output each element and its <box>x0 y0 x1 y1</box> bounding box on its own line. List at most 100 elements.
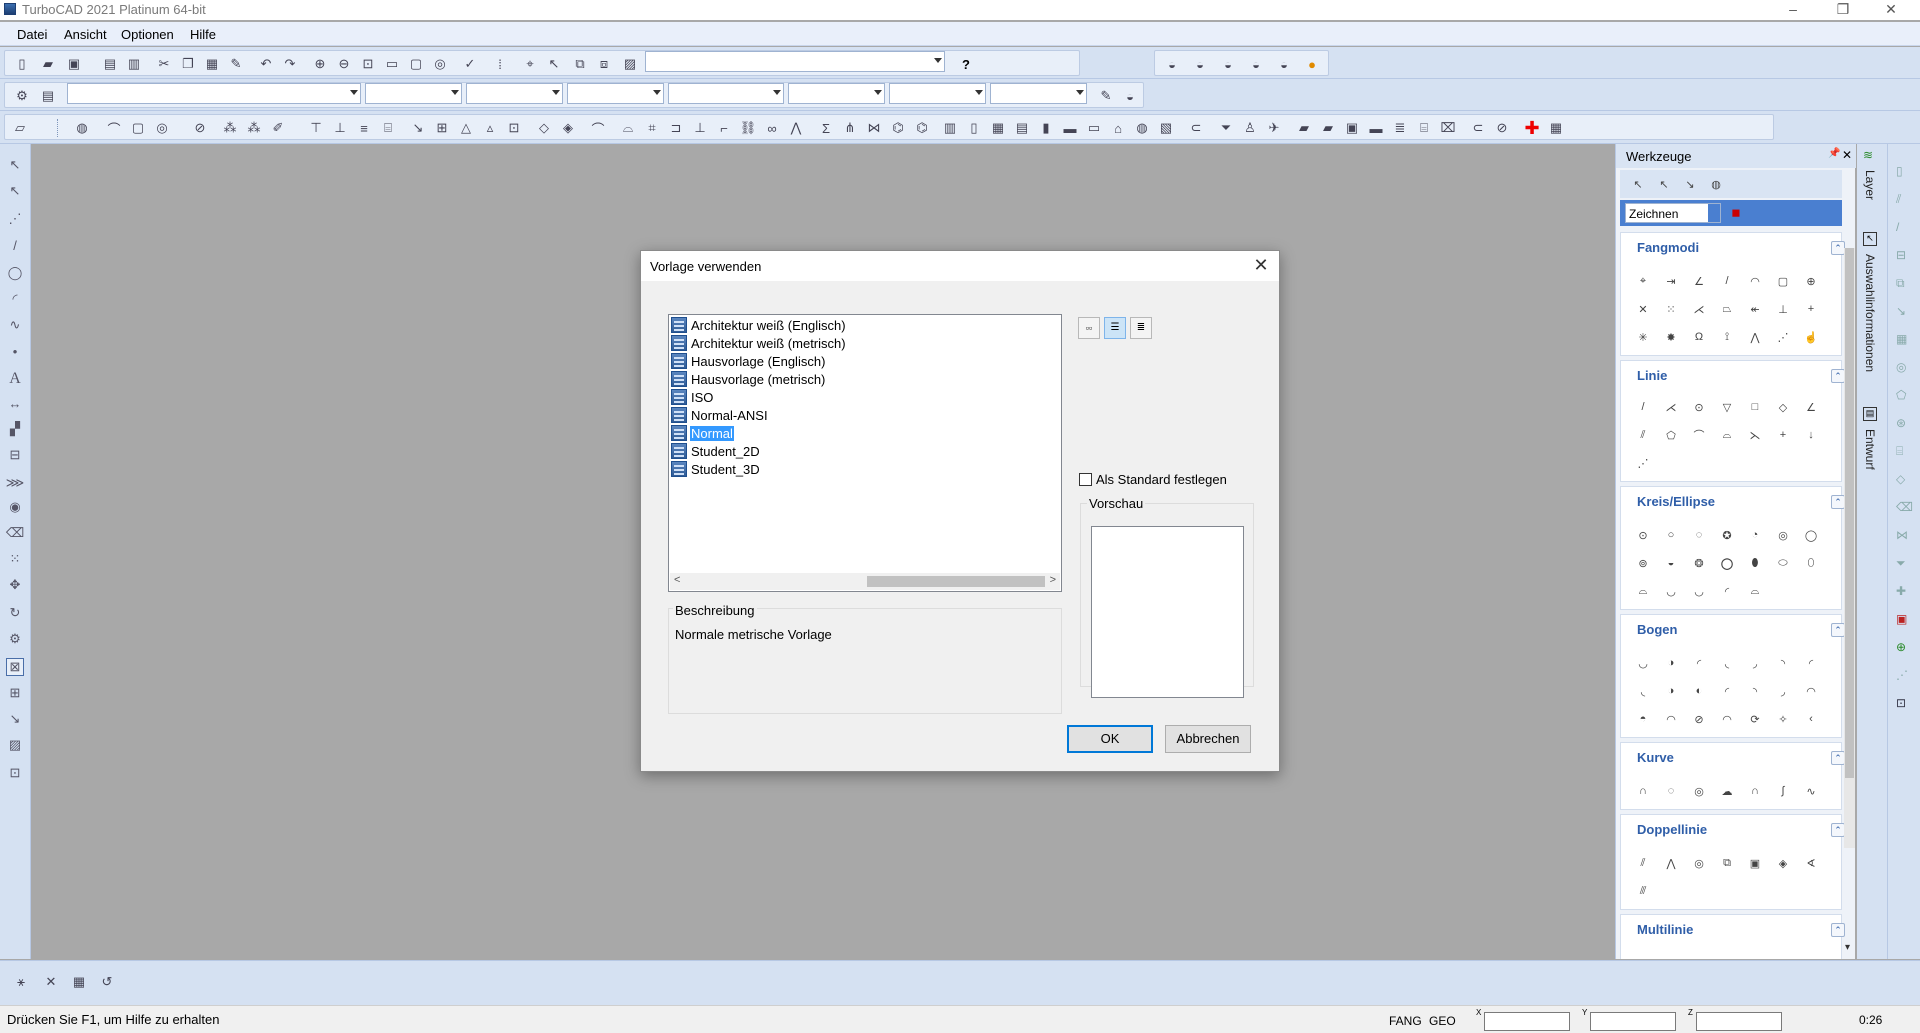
scatter2-icon[interactable]: ⁂ <box>245 119 263 137</box>
align-bottom-icon[interactable]: ≡ <box>355 119 373 137</box>
collapse-chevron-icon[interactable]: ⌃ <box>1831 751 1845 765</box>
sigma-icon[interactable]: Σ <box>817 119 835 137</box>
tool-icon-3[interactable]: / <box>1896 220 1899 234</box>
menu-datei[interactable]: Datei <box>14 27 50 42</box>
layers-icon[interactable]: ⧉ <box>571 55 589 73</box>
tool-icon-14[interactable]: ⋈ <box>1896 528 1908 542</box>
snap-magnet-icon[interactable]: Ω <box>1691 329 1707 345</box>
snap-center-icon[interactable]: ⊕ <box>1803 273 1819 289</box>
door-icon[interactable]: ▯ <box>965 119 983 137</box>
dline-circle-icon[interactable]: ◎ <box>1691 855 1707 871</box>
blend-icon[interactable]: ⌗ <box>643 119 661 137</box>
dline-offset-icon[interactable]: ⧉ <box>1719 855 1735 871</box>
triangle-icon[interactable]: △ <box>457 119 475 137</box>
snap-perpendicular-icon[interactable]: ⊥ <box>1775 301 1791 317</box>
slab-icon[interactable]: ▭ <box>1085 119 1103 137</box>
ok-button[interactable]: OK <box>1067 725 1153 753</box>
save-icon[interactable]: ▣ <box>65 55 83 73</box>
box-icon[interactable]: ▢ <box>129 119 147 137</box>
line-angle-icon[interactable]: ∠ <box>1803 399 1819 415</box>
refresh-icon[interactable]: ↺ <box>98 973 116 991</box>
collapse-chevron-icon[interactable]: ⌃ <box>1831 241 1845 255</box>
chain-icon[interactable]: ⛓ <box>739 119 757 137</box>
zoom-window-icon[interactable]: ⊡ <box>359 55 377 73</box>
list-item[interactable]: Architektur weiß (metrisch) <box>671 334 1051 352</box>
snap-arc-icon[interactable]: ◠ <box>1747 273 1763 289</box>
bracket-icon[interactable]: ⊐ <box>667 119 685 137</box>
print-icon[interactable]: ▤ <box>101 55 119 73</box>
scatter-icon[interactable]: ⁂ <box>221 119 239 137</box>
curve-freehand-icon[interactable]: ∿ <box>1803 783 1819 799</box>
snap-lambda-icon[interactable]: ⋀ <box>1747 329 1763 345</box>
arc-j-icon[interactable]: ⊘ <box>1691 711 1707 727</box>
curve-s-icon[interactable]: ∫ <box>1775 783 1791 799</box>
paint-icon[interactable]: ✐ <box>269 119 287 137</box>
column-icon[interactable]: ▮ <box>1037 119 1055 137</box>
pattern-combo[interactable] <box>668 83 784 104</box>
line-tangent-icon[interactable]: ⌒ <box>1691 427 1707 443</box>
arc-start-icon[interactable]: ◟ <box>1719 655 1735 671</box>
palette-manager-icon[interactable]: ◼ <box>1728 204 1744 220</box>
snap-cross-icon[interactable]: + <box>1803 301 1819 317</box>
snap-tool-icon[interactable]: ↘ <box>1682 176 1698 192</box>
ellipse-partial-icon[interactable]: ◜ <box>1719 583 1735 599</box>
arc-b-icon[interactable]: ◑ <box>1663 683 1679 699</box>
branch-icon[interactable]: ⋔ <box>841 119 859 137</box>
render-lightworks-icon[interactable]: ● <box>1303 55 1321 73</box>
add-red-cross-icon[interactable]: ✚ <box>1523 118 1541 138</box>
spline-icon[interactable]: ⌒ <box>105 119 123 137</box>
align-top-icon[interactable]: ⊤ <box>307 119 325 137</box>
tower-icon[interactable]: ⌧ <box>1439 119 1457 137</box>
extrude-icon[interactable]: ◍ <box>73 119 91 137</box>
tools-panel-scrollbar[interactable] <box>1844 248 1855 848</box>
scrollbar-thumb[interactable] <box>1845 248 1854 778</box>
list-item[interactable]: Normal-ANSI <box>671 406 1051 424</box>
snap-box-icon[interactable]: ▢ <box>1775 273 1791 289</box>
render-hidden-icon[interactable]: ◒ <box>1219 55 1237 73</box>
select-arrow-icon[interactable]: ↖ <box>6 156 24 174</box>
line-bisect-icon[interactable]: ⋋ <box>1747 427 1763 443</box>
arc-m-icon[interactable]: ✧ <box>1775 711 1791 727</box>
dline-rect-icon[interactable]: ▣ <box>1747 855 1763 871</box>
solid-icon[interactable]: ◉ <box>6 498 24 516</box>
line-arrow-icon[interactable]: ↓ <box>1803 427 1819 443</box>
point-icon[interactable]: • <box>6 342 24 360</box>
circle-bold-icon[interactable]: ◯ <box>1719 555 1735 571</box>
tool-icon-12[interactable]: ◇ <box>1896 472 1905 486</box>
ellipse-center-icon[interactable]: ◡ <box>1691 583 1707 599</box>
layer-tab-icon[interactable]: ≋ <box>1863 148 1877 162</box>
text-icon[interactable]: A <box>6 370 24 388</box>
tool-icon-11[interactable]: ⌸ <box>1896 444 1903 459</box>
rotate-icon[interactable]: ↻ <box>6 604 24 622</box>
arc-tool-icon[interactable]: ⌒ <box>589 119 607 137</box>
details-view-icon[interactable]: ≣ <box>1130 317 1152 339</box>
edit-tool-icon[interactable]: ↖ <box>1656 176 1672 192</box>
collapse-chevron-icon[interactable]: ⌃ <box>1831 495 1845 509</box>
plane-icon[interactable]: ✈ <box>1265 119 1283 137</box>
arc-end-icon[interactable]: ◞ <box>1747 655 1763 671</box>
coord-z-field[interactable] <box>1696 1012 1782 1031</box>
tool-icon-5[interactable]: ⧉ <box>1896 276 1905 291</box>
tab-layer[interactable]: Layer <box>1863 170 1877 200</box>
ellipse-fill-icon[interactable]: ⬮ <box>1747 555 1763 571</box>
redo-icon[interactable]: ↷ <box>281 55 299 73</box>
circle-3pt-icon[interactable]: ◌ <box>1691 527 1707 543</box>
arc-d-icon[interactable]: ◜ <box>1719 683 1735 699</box>
funnel-icon[interactable]: ⏷ <box>1217 119 1235 137</box>
stack-icon[interactable]: ⧈ <box>595 55 613 73</box>
menu-hilfe[interactable]: Hilfe <box>187 27 219 42</box>
pointer-icon[interactable]: ↖ <box>545 55 563 73</box>
tool-icon-19[interactable]: ⋰ <box>1896 668 1908 682</box>
dline-parallel-icon[interactable]: ⫻ <box>1635 883 1651 899</box>
pointer-select-icon[interactable]: ↘ <box>409 119 427 137</box>
snap-hand-icon[interactable]: ☝ <box>1803 329 1819 345</box>
snap-quadrant-icon[interactable]: ⏢ <box>1719 301 1735 317</box>
list-item[interactable]: Student_2D <box>671 442 1051 460</box>
zoom-realtime-icon[interactable]: ◎ <box>431 55 449 73</box>
collapse-chevron-icon[interactable]: ⌃ <box>1831 923 1845 937</box>
no-entry-icon[interactable]: ⊘ <box>191 119 209 137</box>
tool-icon-7[interactable]: ▦ <box>1896 332 1907 346</box>
dashed-line-icon[interactable]: ⋰ <box>6 210 24 228</box>
tab-entwurf[interactable]: Entwurf <box>1863 429 1877 470</box>
line-circle-icon[interactable]: ⊙ <box>1691 399 1707 415</box>
